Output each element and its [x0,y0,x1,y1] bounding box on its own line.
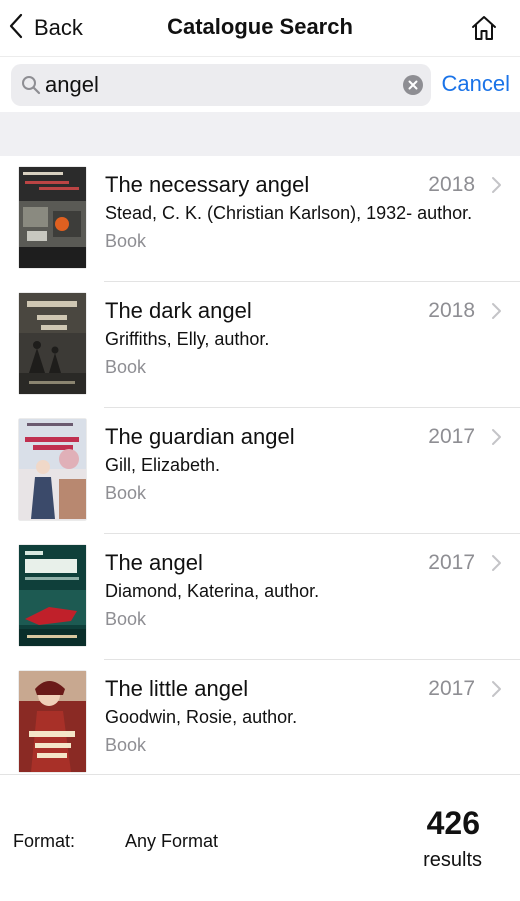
result-title: The necessary angel [105,172,310,197]
result-author: Griffiths, Elly, author. [105,329,270,349]
result-title: The guardian angel [105,424,295,449]
results-footer: Format: Any Format 426 results [0,774,520,901]
result-row[interactable]: The angel Diamond, Katerina, author. Boo… [0,534,520,660]
nav-bar: Back Catalogue Search [0,0,520,56]
book-cover-image [19,293,86,394]
results-count-label: results [423,849,482,871]
result-author: Diamond, Katerina, author. [105,581,320,601]
page-title: Catalogue Search [167,14,353,39]
chevron-right-icon [491,554,502,572]
result-author: Gill, Elizabeth. [105,455,221,475]
result-row[interactable]: The little angel Goodwin, Rosie, author.… [0,660,520,774]
result-row[interactable]: The dark angel Griffiths, Elly, author. … [0,282,520,408]
book-cover-image [19,419,86,520]
search-input[interactable] [45,68,395,102]
chevron-right-icon [491,302,502,320]
book-cover-image [19,545,86,646]
search-box [11,64,431,106]
search-row: Cancel [0,56,520,113]
result-title: The angel [105,550,203,575]
results-count: 426 [426,805,480,841]
book-cover-image [19,167,86,268]
result-format: Book [105,231,147,251]
result-format: Book [105,483,147,503]
book-cover-image [19,671,86,772]
cancel-button[interactable]: Cancel [442,71,510,97]
result-title: The dark angel [105,298,252,323]
chevron-right-icon [491,428,502,446]
result-format: Book [105,609,147,629]
result-year: 2018 [428,299,475,322]
home-icon[interactable] [470,14,498,42]
search-icon [21,75,41,95]
result-year: 2017 [428,677,475,700]
result-row[interactable]: The necessary angel Stead, C. K. (Christ… [0,156,520,282]
result-format: Book [105,735,147,755]
result-author: Stead, C. K. (Christian Karlson), 1932- … [105,203,473,223]
clear-icon[interactable] [403,75,423,95]
result-year: 2018 [428,173,475,196]
section-spacer [0,112,520,156]
chevron-right-icon [491,680,502,698]
result-row[interactable]: The guardian angel Gill, Elizabeth. Book… [0,408,520,534]
results-list: The necessary angel Stead, C. K. (Christ… [0,156,520,774]
format-filter-label: Format: [13,831,76,851]
result-format: Book [105,357,147,377]
chevron-right-icon [491,176,502,194]
result-year: 2017 [428,425,475,448]
result-year: 2017 [428,551,475,574]
result-title: The little angel [105,676,249,701]
result-author: Goodwin, Rosie, author. [105,707,298,727]
format-filter-select[interactable]: Any Format [125,831,218,852]
